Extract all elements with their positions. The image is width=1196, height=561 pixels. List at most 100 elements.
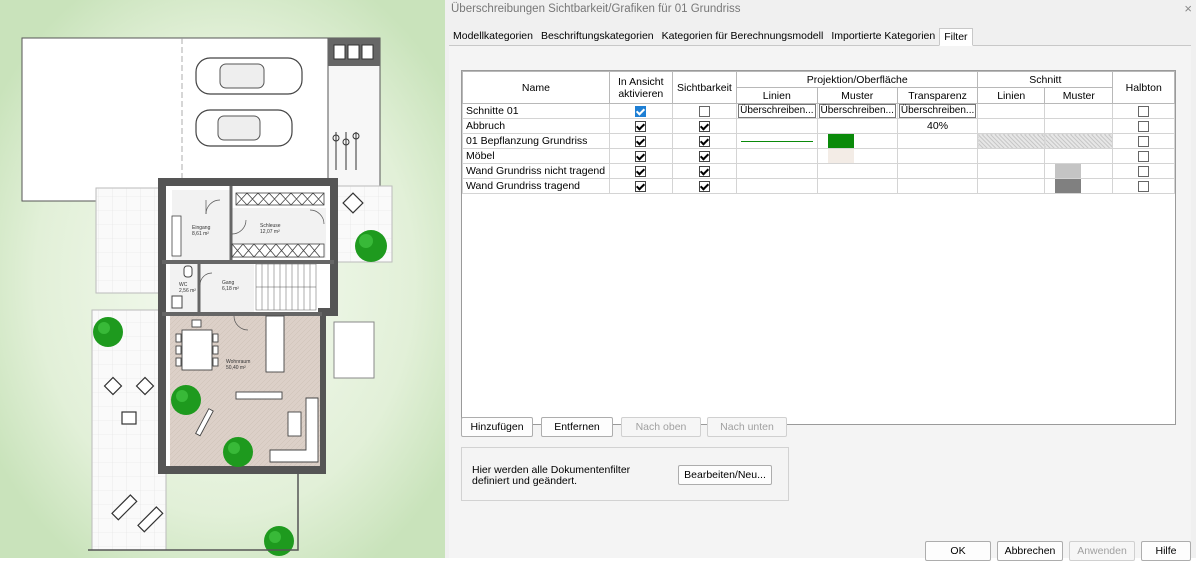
cut-pattern-cell[interactable] xyxy=(1044,103,1114,119)
col-header-proj-pattern[interactable]: Muster xyxy=(816,87,898,104)
enable-checkbox[interactable] xyxy=(635,165,647,177)
col-header-visibility[interactable]: Sichtbarkeit xyxy=(671,71,738,104)
enable-checkbox[interactable] xyxy=(635,120,647,132)
tab-model-categories[interactable]: Modellkategorien xyxy=(449,28,537,45)
remove-filter-button[interactable]: Entfernen xyxy=(541,417,613,437)
transparency-cell[interactable] xyxy=(896,178,979,194)
filter-name[interactable]: Wand Grundriss nicht tragend xyxy=(462,163,610,179)
cut-pattern-cell[interactable] xyxy=(1044,163,1114,179)
proj-pattern-cell[interactable] xyxy=(816,148,898,164)
cut-lines-cell[interactable] xyxy=(977,133,1046,149)
add-filter-button[interactable]: Hinzufügen xyxy=(461,417,533,437)
cancel-button[interactable]: Abbrechen xyxy=(997,541,1063,561)
filters-table[interactable]: Name In Ansicht aktivieren Sichtbarkeit … xyxy=(461,70,1176,425)
transparency-cell[interactable] xyxy=(896,133,979,149)
table-row[interactable]: Wand Grundriss nicht tragend xyxy=(462,163,1175,179)
proj-lines-cell[interactable] xyxy=(736,178,818,194)
svg-text:2,56 m²: 2,56 m² xyxy=(179,288,196,294)
halftone-checkbox[interactable] xyxy=(1138,150,1150,162)
override-proj-lines-button[interactable]: Überschreiben... xyxy=(738,104,816,118)
car-icon xyxy=(195,57,303,95)
visibility-checkbox[interactable] xyxy=(698,165,710,177)
proj-pattern-cell[interactable] xyxy=(816,163,898,179)
cut-pattern-cell[interactable] xyxy=(1044,148,1114,164)
tab-annotation-categories[interactable]: Beschriftungskategorien xyxy=(537,28,658,45)
svg-text:12,07 m²: 12,07 m² xyxy=(260,229,280,235)
halftone-checkbox[interactable] xyxy=(1138,180,1150,192)
proj-pattern-cell[interactable] xyxy=(816,178,898,194)
floor-plan-drawing: Eingang8,61 m² Schleuse12,07 m² Gang6,18… xyxy=(0,0,450,558)
cut-lines-cell[interactable] xyxy=(977,148,1046,164)
proj-lines-cell[interactable] xyxy=(736,133,818,149)
proj-lines-cell[interactable] xyxy=(736,118,818,134)
edit-new-button[interactable]: Bearbeiten/Neu... xyxy=(678,465,772,485)
override-transparency-button[interactable]: Überschreiben... xyxy=(898,104,977,118)
table-row[interactable]: 01 Bepflanzung Grundriss xyxy=(462,133,1175,149)
halftone-checkbox[interactable] xyxy=(1138,105,1150,117)
cut-lines-cell[interactable] xyxy=(977,103,1046,119)
visibility-checkbox[interactable] xyxy=(698,135,710,147)
close-icon[interactable]: × xyxy=(1184,1,1192,16)
enable-checkbox[interactable] xyxy=(635,180,647,192)
filters-panel: Name In Ansicht aktivieren Sichtbarkeit … xyxy=(449,46,1191,558)
proj-lines-cell[interactable] xyxy=(736,163,818,179)
cut-lines-cell[interactable] xyxy=(977,118,1046,134)
col-header-proj-lines[interactable]: Linien xyxy=(736,87,818,104)
ok-button[interactable]: OK xyxy=(925,541,991,561)
override-proj-pattern-button[interactable]: Überschreiben... xyxy=(818,104,896,118)
apply-button[interactable]: Anwenden xyxy=(1069,541,1135,561)
proj-lines-cell[interactable] xyxy=(736,148,818,164)
enable-checkbox[interactable] xyxy=(635,105,647,117)
halftone-checkbox[interactable] xyxy=(1138,120,1150,132)
enable-checkbox[interactable] xyxy=(635,150,647,162)
proj-pattern-cell[interactable] xyxy=(816,133,898,149)
halftone-checkbox[interactable] xyxy=(1138,165,1150,177)
visibility-checkbox[interactable] xyxy=(698,105,710,117)
floor-plan-view[interactable]: Eingang 8,61 m² Schleuse 12,07 m² Gang 6,18… xyxy=(0,0,450,558)
transparency-cell[interactable]: 40% xyxy=(896,118,979,134)
filter-name[interactable]: Abbruch xyxy=(462,118,610,134)
cut-pattern-cell[interactable] xyxy=(1044,133,1114,149)
cut-lines-cell[interactable] xyxy=(977,163,1046,179)
tab-filters[interactable]: Filter xyxy=(939,28,973,46)
col-header-halftone[interactable]: Halbton xyxy=(1112,71,1175,104)
col-header-cut-pattern[interactable]: Muster xyxy=(1044,87,1114,104)
filter-name[interactable]: Schnitte 01 xyxy=(462,103,610,119)
move-up-button[interactable]: Nach oben xyxy=(621,417,701,437)
filter-name[interactable]: 01 Bepflanzung Grundriss xyxy=(462,133,610,149)
light-grey-swatch xyxy=(1055,164,1082,178)
visibility-checkbox[interactable] xyxy=(698,150,710,162)
help-button[interactable]: Hilfe xyxy=(1141,541,1191,561)
proj-pattern-cell[interactable] xyxy=(816,118,898,134)
cut-lines-cell[interactable] xyxy=(977,178,1046,194)
transparency-cell[interactable] xyxy=(896,163,979,179)
green-fill-swatch xyxy=(827,134,854,148)
move-down-button[interactable]: Nach unten xyxy=(707,417,787,437)
filter-name[interactable]: Wand Grundriss tragend xyxy=(462,178,610,194)
cut-pattern-cell[interactable] xyxy=(1044,118,1114,134)
tab-imported-categories[interactable]: Importierte Kategorien xyxy=(827,28,939,45)
col-header-enable[interactable]: In Ansicht aktivieren xyxy=(608,71,673,104)
table-row[interactable]: Wand Grundriss tragend xyxy=(462,178,1175,194)
visibility-checkbox[interactable] xyxy=(698,180,710,192)
tab-analytical-model-categories[interactable]: Kategorien für Berechnungsmodell xyxy=(658,28,828,45)
visibility-graphics-dialog: Überschreibungen Sichtbarkeit/Grafiken f… xyxy=(445,0,1196,561)
col-header-name[interactable]: Name xyxy=(462,71,610,104)
table-row[interactable]: Möbel xyxy=(462,148,1175,164)
filter-info-text: Hier werden alle Dokumentenfilter defini… xyxy=(472,464,631,487)
moebel-fill-swatch xyxy=(827,149,854,163)
table-row[interactable]: Abbruch 40% xyxy=(462,118,1175,134)
col-header-cut: Schnitt xyxy=(977,71,1114,88)
cut-pattern-cell[interactable] xyxy=(1044,178,1114,194)
col-header-transparency[interactable]: Transparenz xyxy=(896,87,979,104)
transparency-cell[interactable] xyxy=(896,148,979,164)
col-header-projection: Projektion/Oberfläche xyxy=(736,71,979,88)
filter-name[interactable]: Möbel xyxy=(462,148,610,164)
halftone-checkbox[interactable] xyxy=(1138,135,1150,147)
visibility-checkbox[interactable] xyxy=(698,120,710,132)
svg-text:50,40 m²: 50,40 m² xyxy=(226,365,246,371)
col-header-cut-lines[interactable]: Linien xyxy=(977,87,1046,104)
table-row[interactable]: Schnitte 01 Überschreiben... Überschreib… xyxy=(462,103,1175,119)
enable-checkbox[interactable] xyxy=(635,135,647,147)
tab-bar: Modellkategorien Beschriftungskategorien… xyxy=(449,28,1191,46)
